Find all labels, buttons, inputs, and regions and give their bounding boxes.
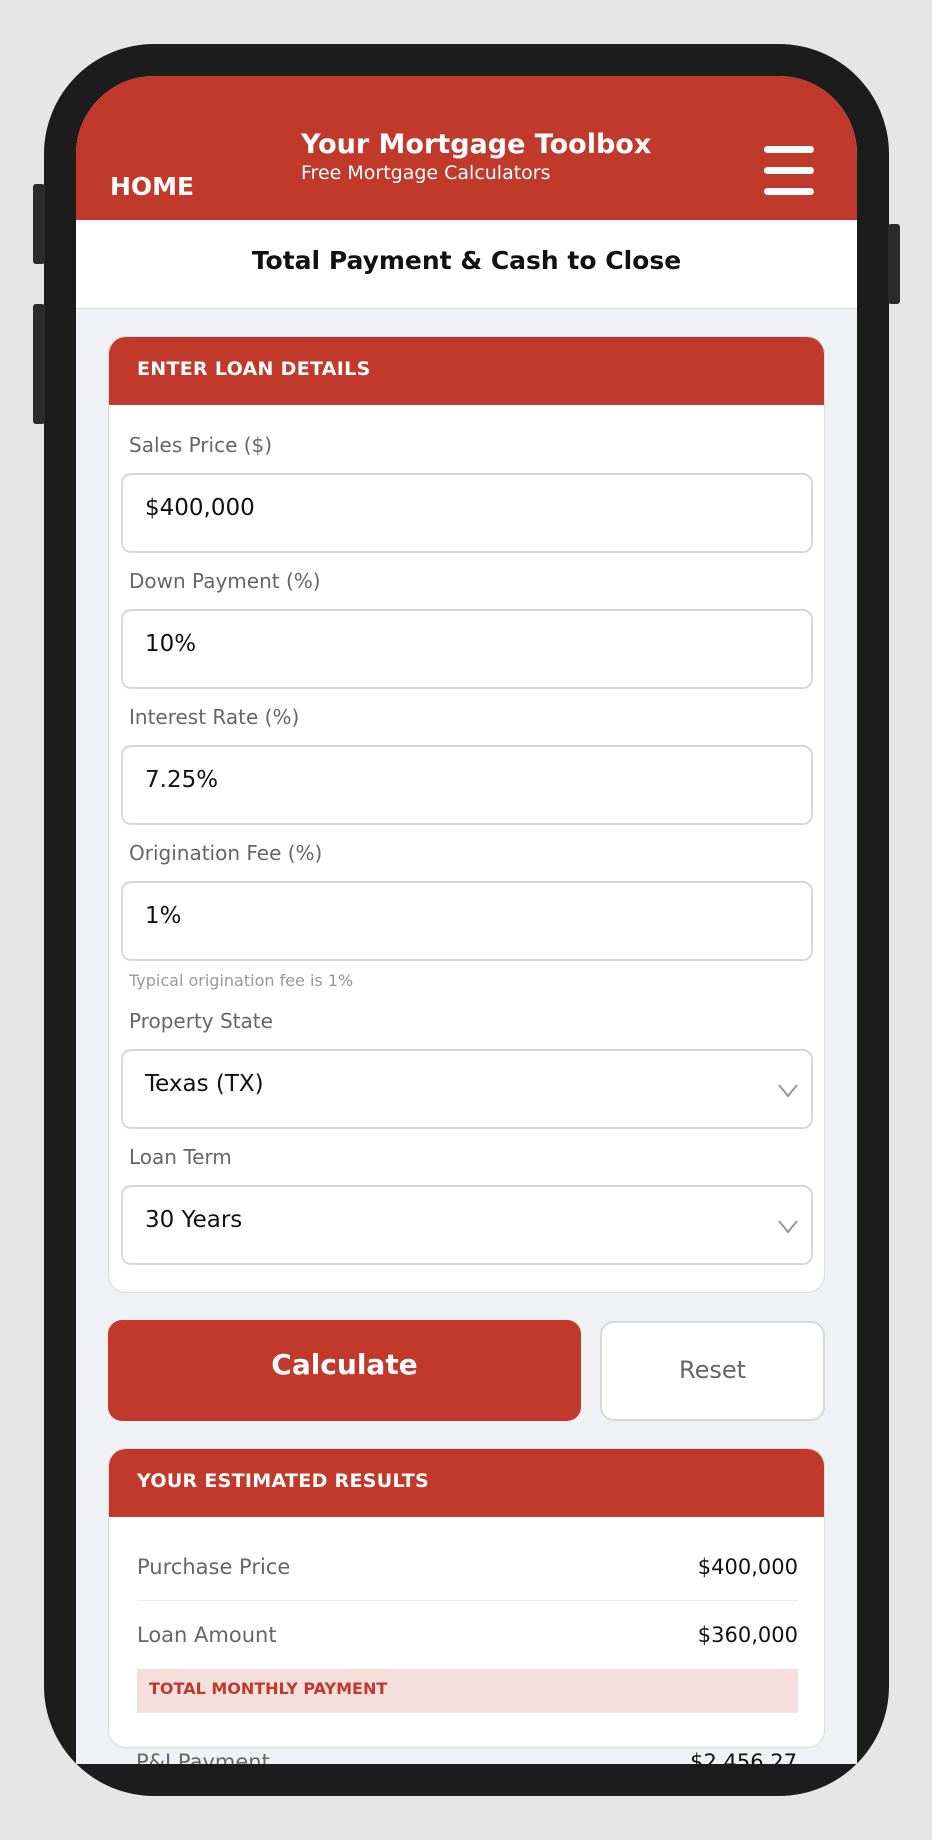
- result-label: P&I Payment: [136, 1750, 270, 1764]
- loan-details-card: ENTER LOAN DETAILS Sales Price ($) $400,…: [108, 336, 825, 1293]
- results-card: YOUR ESTIMATED RESULTS Purchase Price $4…: [108, 1448, 825, 1748]
- result-label: Purchase Price: [137, 1555, 291, 1579]
- result-row-purchase-price: Purchase Price $400,000: [137, 1533, 798, 1601]
- top-nav-bar: HOME Your Mortgage Toolbox Free Mortgage…: [76, 76, 857, 220]
- phone-side-button: [888, 224, 900, 304]
- interest-rate-label: Interest Rate (%): [129, 705, 300, 729]
- sales-price-value: $400,000: [145, 495, 255, 521]
- loan-term-label: Loan Term: [129, 1145, 232, 1169]
- loan-term-value: 30 Years: [145, 1207, 243, 1233]
- origination-fee-value: 1%: [145, 903, 182, 929]
- chevron-down-icon: [778, 1220, 798, 1234]
- result-value: $360,000: [697, 1623, 798, 1647]
- section-label: TOTAL MONTHLY PAYMENT: [149, 1679, 388, 1698]
- phone-side-button: [33, 304, 45, 424]
- hamburger-menu-icon[interactable]: [764, 146, 814, 198]
- result-row-loan-amount: Loan Amount $360,000: [137, 1601, 798, 1669]
- loan-details-heading: ENTER LOAN DETAILS: [109, 337, 824, 405]
- property-state-value: Texas (TX): [145, 1071, 264, 1097]
- origination-fee-input[interactable]: 1%: [121, 881, 813, 961]
- down-payment-value: 10%: [145, 631, 197, 657]
- sales-price-label: Sales Price ($): [129, 433, 273, 457]
- page-title-bar: Total Payment & Cash to Close: [76, 220, 857, 309]
- result-row-pi-payment: P&I Payment $2,456.27: [136, 1728, 797, 1764]
- interest-rate-value: 7.25%: [145, 767, 219, 793]
- chevron-down-icon: [778, 1084, 798, 1098]
- down-payment-input[interactable]: 10%: [121, 609, 813, 689]
- result-label: Loan Amount: [137, 1623, 277, 1647]
- calculate-button[interactable]: Calculate: [108, 1320, 581, 1421]
- phone-screen: HOME Your Mortgage Toolbox Free Mortgage…: [76, 76, 857, 1764]
- brand-subtitle: Free Mortgage Calculators: [301, 162, 551, 184]
- results-heading: YOUR ESTIMATED RESULTS: [109, 1449, 824, 1517]
- phone-side-button: [33, 184, 45, 264]
- property-state-select[interactable]: Texas (TX): [121, 1049, 813, 1129]
- interest-rate-input[interactable]: 7.25%: [121, 745, 813, 825]
- total-monthly-payment-section: TOTAL MONTHLY PAYMENT: [137, 1669, 798, 1713]
- reset-button[interactable]: Reset: [600, 1321, 825, 1421]
- property-state-label: Property State: [129, 1009, 273, 1033]
- sales-price-input[interactable]: $400,000: [121, 473, 813, 553]
- page-title: Total Payment & Cash to Close: [251, 246, 682, 275]
- home-link[interactable]: HOME: [110, 172, 194, 201]
- result-value: $2,456.27: [690, 1750, 797, 1764]
- brand-title: Your Mortgage Toolbox: [301, 129, 652, 160]
- origination-fee-hint: Typical origination fee is 1%: [129, 971, 354, 990]
- loan-term-select[interactable]: 30 Years: [121, 1185, 813, 1265]
- origination-fee-label: Origination Fee (%): [129, 841, 323, 865]
- result-value: $400,000: [697, 1555, 798, 1579]
- down-payment-label: Down Payment (%): [129, 569, 321, 593]
